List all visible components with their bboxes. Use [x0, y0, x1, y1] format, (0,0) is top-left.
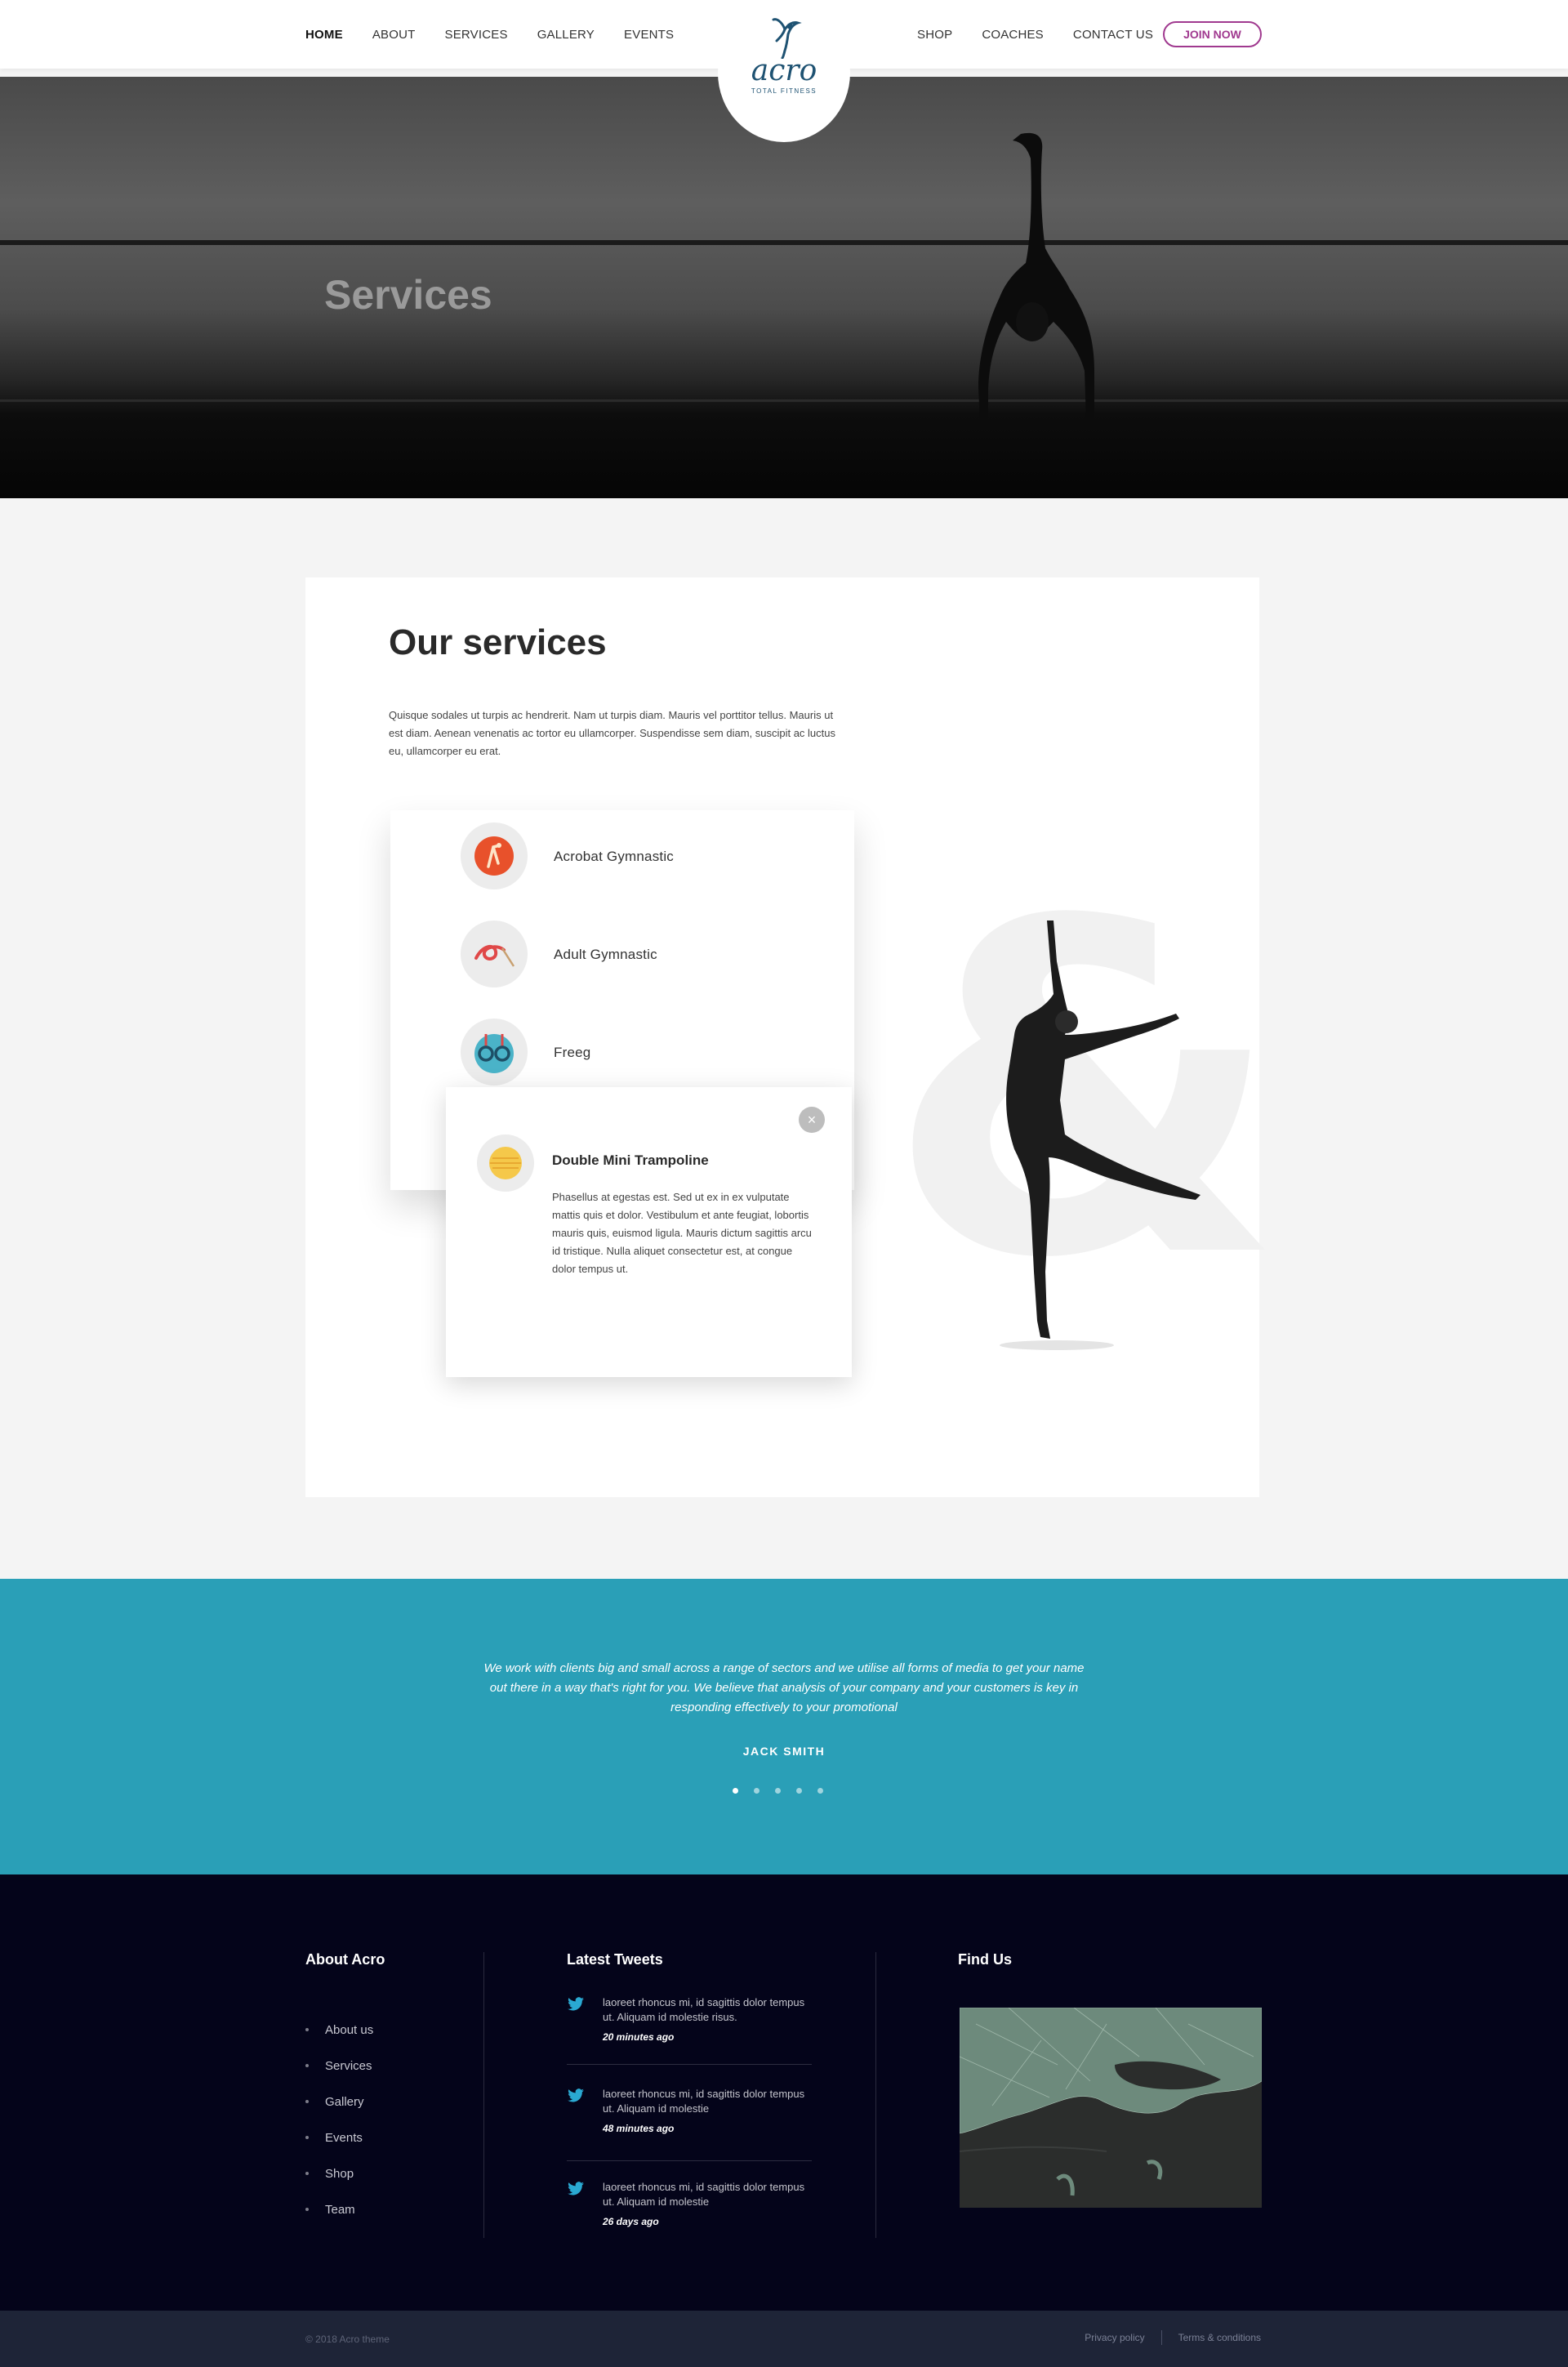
twitter-icon	[568, 2088, 584, 2102]
nav-events[interactable]: EVENTS	[624, 28, 674, 42]
service-item-acrobat[interactable]: Acrobat Gymnastic	[461, 822, 804, 890]
map-image	[960, 2008, 1262, 2208]
footer-link-team[interactable]: Team	[305, 2191, 373, 2227]
nav-services[interactable]: SERVICES	[445, 28, 508, 42]
ribbon-icon	[461, 920, 528, 987]
nav-home[interactable]: HOME	[305, 28, 343, 42]
testimonial-section: We work with clients big and small acros…	[0, 1579, 1568, 1874]
footer-link-about[interactable]: About us	[305, 2012, 373, 2048]
copyright-bar: © 2018 Acro theme Privacy policy Terms &…	[0, 2311, 1568, 2367]
tweet-separator	[567, 2160, 812, 2161]
slide-dot[interactable]	[733, 1788, 738, 1794]
legal-links: Privacy policy Terms & conditions	[1085, 2330, 1261, 2345]
service-item-freeg[interactable]: Freeg	[461, 1018, 804, 1086]
terms-link[interactable]: Terms & conditions	[1178, 2332, 1261, 2343]
studio-floor-line	[0, 399, 1568, 402]
location-map[interactable]	[960, 2008, 1262, 2208]
tweet-time[interactable]: 26 days ago	[603, 2216, 659, 2227]
services-heading: Our services	[389, 622, 607, 662]
slide-dot[interactable]	[796, 1788, 802, 1794]
nav-contact[interactable]: CONTACT US	[1073, 28, 1153, 42]
ballet-barre	[0, 240, 1568, 245]
service-detail-popup: × Double Mini Trampoline Phasellus at eg…	[446, 1087, 852, 1377]
rings-icon	[461, 1019, 528, 1085]
slide-dot[interactable]	[817, 1788, 823, 1794]
popup-description: Phasellus at egestas est. Sed ut ex in e…	[552, 1191, 812, 1275]
copyright-text: © 2018 Acro theme	[305, 2334, 390, 2345]
tweet-text: laoreet rhoncus mi, id sagittis dolor te…	[603, 1996, 805, 2023]
footer-divider	[483, 1952, 484, 2238]
privacy-policy-link[interactable]: Privacy policy	[1085, 2332, 1144, 2343]
primary-nav-right: SHOP COACHES CONTACT US	[917, 0, 1183, 69]
site-logo[interactable]: acro TOTAL FITNESS	[718, 3, 850, 142]
nav-coaches[interactable]: COACHES	[982, 28, 1044, 42]
logo-tagline: TOTAL FITNESS	[751, 87, 817, 95]
trampoline-ball-icon	[477, 1134, 534, 1192]
tweet-text: laoreet rhoncus mi, id sagittis dolor te…	[603, 2088, 805, 2115]
testimonial-quote: We work with clients big and small acros…	[483, 1661, 1085, 1714]
testimonial-author: JACK SMITH	[742, 1745, 826, 1758]
twitter-icon	[568, 1997, 584, 2011]
nav-gallery[interactable]: GALLERY	[537, 28, 595, 42]
tweet-separator	[567, 2064, 812, 2065]
footer-link-shop[interactable]: Shop	[305, 2155, 373, 2191]
footer-link-gallery[interactable]: Gallery	[305, 2084, 373, 2120]
footer-links: About us Services Gallery Events Shop Te…	[305, 2012, 373, 2227]
tweet-item: laoreet rhoncus mi, id sagittis dolor te…	[567, 2180, 812, 2270]
primary-nav-left: HOME ABOUT SERVICES GALLERY EVENTS	[305, 0, 703, 69]
services-description: Quisque sodales ut turpis ac hendrerit. …	[389, 709, 836, 757]
tweet-item: laoreet rhoncus mi, id sagittis dolor te…	[567, 1995, 812, 2085]
page-title: Services	[324, 272, 492, 318]
footer-tweets-heading: Latest Tweets	[567, 1951, 663, 1968]
footer-link-events[interactable]: Events	[305, 2120, 373, 2155]
ballerina-image	[1000, 920, 1200, 1350]
footer-about-heading: About Acro	[305, 1951, 385, 1968]
acrobat-icon	[461, 822, 528, 889]
gymnast-logo-icon	[772, 18, 802, 59]
services-card: Our services Quisque sodales ut turpis a…	[305, 577, 1284, 1497]
twitter-icon	[568, 2182, 584, 2195]
tweet-text: laoreet rhoncus mi, id sagittis dolor te…	[603, 2181, 805, 2208]
service-label: Freeg	[554, 1044, 591, 1060]
logo-wordmark: acro	[751, 54, 817, 87]
legal-divider	[1160, 2330, 1162, 2345]
nav-about[interactable]: ABOUT	[372, 28, 416, 42]
service-label: Acrobat Gymnastic	[554, 848, 675, 864]
footer-find-heading: Find Us	[958, 1951, 1012, 1968]
footer-divider	[875, 1952, 876, 2238]
service-item-adult[interactable]: Adult Gymnastic	[461, 920, 804, 988]
popup-title: Double Mini Trampoline	[552, 1152, 709, 1168]
site-footer: About Acro About us Services Gallery Eve…	[0, 1874, 1568, 2311]
close-icon[interactable]: ×	[799, 1107, 825, 1133]
footer-link-services[interactable]: Services	[305, 2048, 373, 2084]
service-label: Adult Gymnastic	[554, 946, 657, 962]
nav-shop[interactable]: SHOP	[917, 28, 952, 42]
testimonial-pagination	[733, 1788, 823, 1794]
join-now-button[interactable]: JOIN NOW	[1163, 21, 1262, 47]
tweet-time[interactable]: 20 minutes ago	[603, 2031, 674, 2043]
tweet-time[interactable]: 48 minutes ago	[603, 2123, 674, 2134]
hero-dancer-image	[978, 132, 1094, 423]
tweet-item: laoreet rhoncus mi, id sagittis dolor te…	[567, 2087, 812, 2177]
slide-dot[interactable]	[775, 1788, 781, 1794]
slide-dot[interactable]	[754, 1788, 760, 1794]
